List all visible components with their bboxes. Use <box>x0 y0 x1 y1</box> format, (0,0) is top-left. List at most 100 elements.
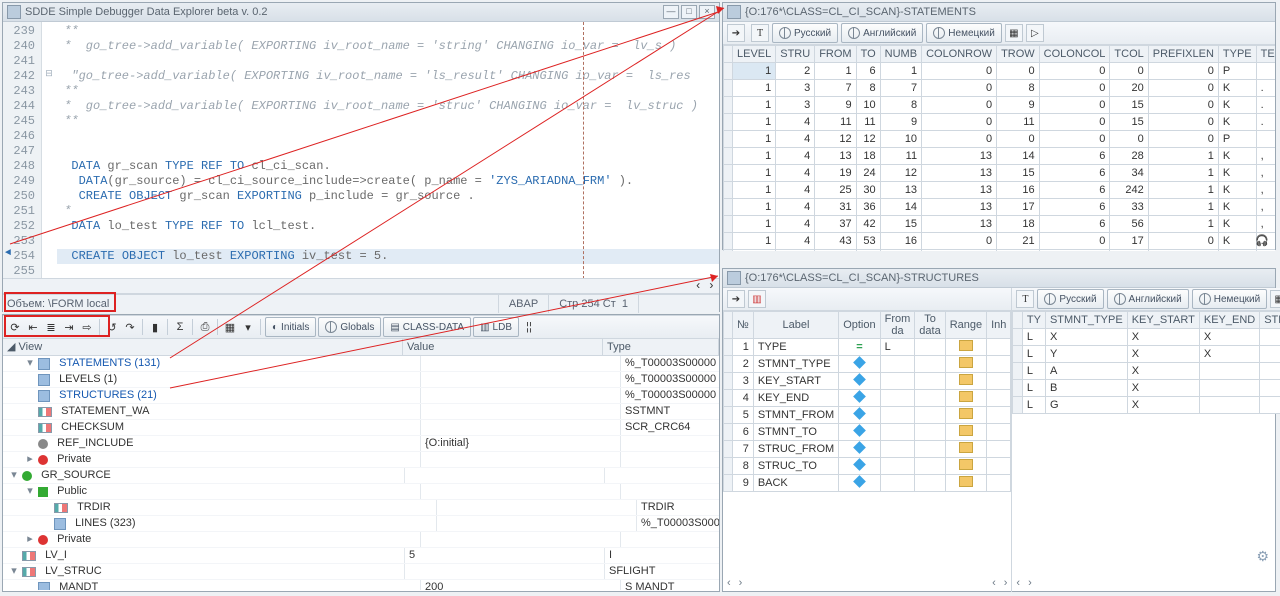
cell[interactable]: 7 <box>815 80 856 97</box>
cell[interactable] <box>987 390 1011 407</box>
cell[interactable]: 5 <box>776 250 815 252</box>
col-head[interactable]: KEY_END <box>1199 312 1259 329</box>
cell[interactable]: 0 <box>997 63 1040 80</box>
col-head[interactable]: TCOL <box>1110 46 1148 63</box>
cell[interactable]: 0 <box>1148 250 1218 252</box>
scroll-left-icon[interactable]: ‹ <box>695 279 702 293</box>
cell[interactable]: 8 <box>856 80 880 97</box>
cell[interactable]: K <box>1218 80 1256 97</box>
cell[interactable] <box>839 373 880 390</box>
cell[interactable]: 10 <box>856 97 880 114</box>
cell[interactable] <box>880 390 915 407</box>
fold-column[interactable]: ⊟⊟ <box>43 22 55 292</box>
cell[interactable]: X <box>1199 329 1259 346</box>
cell[interactable]: K <box>1218 148 1256 165</box>
cell[interactable] <box>915 390 945 407</box>
col-head[interactable]: KEY_START <box>1127 312 1199 329</box>
cell[interactable]: STRUC_FROM <box>753 441 838 458</box>
cell[interactable]: , <box>1256 148 1275 165</box>
cell[interactable]: 4 <box>776 131 815 148</box>
cell[interactable]: 9 <box>733 475 754 492</box>
tree-row[interactable]: ▾ LV_STRUCSFLIGHT <box>3 564 719 580</box>
cell[interactable]: K <box>1218 182 1256 199</box>
minimize-button[interactable]: — <box>663 5 679 19</box>
cell[interactable]: K <box>1218 114 1256 131</box>
folder-icon[interactable] <box>959 476 973 487</box>
cell[interactable]: 0 <box>1110 131 1148 148</box>
cell[interactable]: 16 <box>997 182 1040 199</box>
cell[interactable] <box>1256 63 1275 80</box>
ldb-button[interactable]: ▥LDB <box>473 317 519 337</box>
lang-de-button[interactable]: Немецкий <box>926 23 1002 43</box>
cell[interactable] <box>915 339 945 356</box>
cell[interactable]: , <box>1256 165 1275 182</box>
lang-ru-button[interactable]: Русский <box>772 23 838 43</box>
sigma-icon[interactable]: Σ <box>172 319 188 335</box>
cell[interactable]: 24 <box>856 165 880 182</box>
cell[interactable]: 0 <box>1148 114 1218 131</box>
cell[interactable] <box>987 339 1011 356</box>
expand-toggle[interactable]: ▾ <box>9 564 19 579</box>
step-icon[interactable]: ↷ <box>122 319 138 335</box>
cell[interactable]: 53 <box>856 233 880 250</box>
cell[interactable] <box>945 373 986 390</box>
cell[interactable] <box>880 356 915 373</box>
expand-toggle[interactable] <box>25 580 35 590</box>
cell[interactable] <box>987 441 1011 458</box>
cell[interactable]: 1 <box>1148 182 1218 199</box>
lang-en-button[interactable]: Английский <box>1107 289 1189 309</box>
cell[interactable]: 33 <box>1110 199 1148 216</box>
cell[interactable]: 0 <box>922 131 997 148</box>
cell[interactable]: STMNT_FROM <box>753 407 838 424</box>
grid-icon[interactable]: ▦ <box>222 319 238 335</box>
cell[interactable]: 8 <box>733 458 754 475</box>
lang-de-button[interactable]: Немецкий <box>1192 289 1268 309</box>
cell[interactable]: K <box>1218 199 1256 216</box>
code-text[interactable]: ** * go_tree->add_variable( EXPORTING iv… <box>57 22 719 294</box>
cell[interactable] <box>915 407 945 424</box>
tree-row[interactable]: ▾ STATEMENTS (131)%_T00003S00000 <box>3 356 719 372</box>
cell[interactable]: K <box>1218 97 1256 114</box>
expand-toggle[interactable]: ▾ <box>25 484 35 499</box>
cell[interactable] <box>1256 131 1275 148</box>
cell[interactable]: 30 <box>856 182 880 199</box>
cell[interactable]: 54 <box>815 250 856 252</box>
table-icon[interactable]: ▦ <box>1270 290 1280 308</box>
col-head[interactable]: LEVEL <box>733 46 776 63</box>
cell[interactable] <box>880 458 915 475</box>
cell[interactable]: 14 <box>880 199 921 216</box>
cell[interactable]: 13 <box>922 216 997 233</box>
tree-row[interactable]: CHECKSUMSCR_CRC64 <box>3 420 719 436</box>
cell[interactable]: 4 <box>733 390 754 407</box>
cell[interactable]: L <box>1022 380 1045 397</box>
cell[interactable]: 1 <box>1148 199 1218 216</box>
structures-right-grid[interactable]: TYSTMNT_TYPEKEY_STARTKEY_ENDSTMNT_LXXXLY… <box>1012 311 1280 414</box>
save-icon[interactable]: ▮ <box>147 319 163 335</box>
cell[interactable] <box>945 407 986 424</box>
cell[interactable]: 0 <box>1039 80 1110 97</box>
cell[interactable]: 0 <box>1039 97 1110 114</box>
cell[interactable] <box>987 373 1011 390</box>
cell[interactable] <box>915 441 945 458</box>
go-icon[interactable]: ➔ <box>727 24 745 42</box>
cell[interactable]: 37 <box>815 216 856 233</box>
cell[interactable] <box>839 458 880 475</box>
cell[interactable] <box>839 424 880 441</box>
tree-body[interactable]: ▾ STATEMENTS (131)%_T00003S00000 LEVELS … <box>3 356 719 590</box>
cell[interactable]: STRUC_TO <box>753 458 838 475</box>
cell[interactable]: , <box>1256 199 1275 216</box>
cell[interactable] <box>880 441 915 458</box>
cell[interactable]: 14 <box>997 148 1040 165</box>
folder-icon[interactable] <box>959 391 973 402</box>
row-selector-head[interactable] <box>724 46 733 63</box>
cell[interactable]: 18 <box>856 148 880 165</box>
col-head[interactable]: TY <box>1022 312 1045 329</box>
extra-icon[interactable]: ¦¦ <box>521 319 537 335</box>
expand-toggle[interactable]: ▾ <box>25 356 35 371</box>
dropdown-icon[interactable]: ▾ <box>240 319 256 335</box>
cell[interactable]: 1 <box>733 165 776 182</box>
cell[interactable]: 6 <box>1039 216 1110 233</box>
cell[interactable]: 1 <box>733 233 776 250</box>
cell[interactable]: 17 <box>997 199 1040 216</box>
cell[interactable]: 7 <box>880 80 921 97</box>
